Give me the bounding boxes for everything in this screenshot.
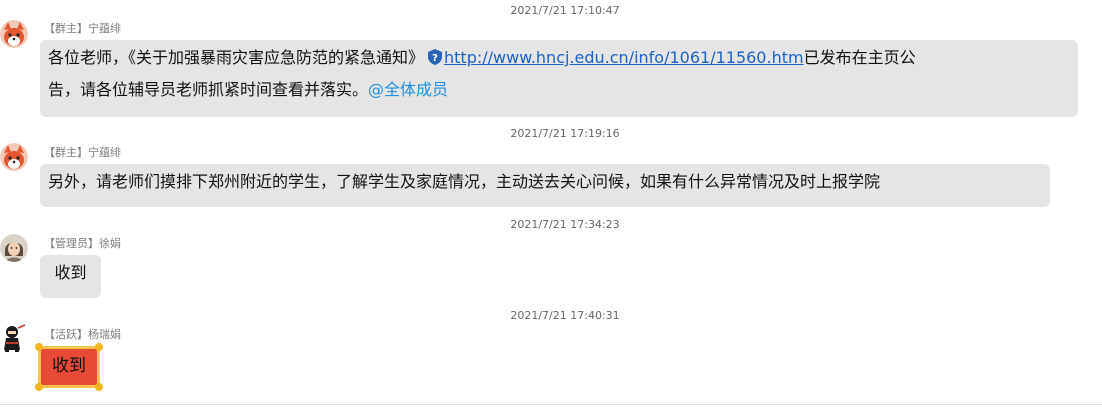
message-text-continued: 已发布在主页公 <box>803 48 916 67</box>
message-bubble[interactable]: 收到 <box>40 255 101 298</box>
security-shield-icon: ? <box>428 45 443 75</box>
sender-nickname: 杨瑞娟 <box>88 328 121 341</box>
chat-history: 2021/7/21 17:10:47 【群主】宁蕴绯 各位老师，《关于加强暴雨灾… <box>0 0 1102 408</box>
timestamp: 2021/7/21 17:19:16 <box>510 127 620 140</box>
fox-avatar-icon[interactable] <box>0 20 28 48</box>
sender-name[interactable]: 【活跃】杨瑞娟 <box>44 328 121 342</box>
sender-role: 【活跃】 <box>44 328 88 341</box>
sender-name[interactable]: 【群主】宁蕴绯 <box>44 22 121 36</box>
special-message-bubble[interactable]: 收到 <box>38 346 100 388</box>
message-text: 收到 <box>52 356 86 376</box>
sender-role: 【群主】 <box>44 22 88 35</box>
notice-link[interactable]: http://www.hncj.edu.cn/info/1061/11560.h… <box>444 48 804 67</box>
message-bubble[interactable]: 另外，请老师们摸排下郑州附近的学生，了解学生及家庭情况，主动送去关心问候，如果有… <box>40 164 1050 207</box>
bubble-ornament <box>35 383 43 391</box>
ninja-avatar-icon[interactable] <box>0 324 28 352</box>
timestamp: 2021/7/21 17:34:23 <box>510 218 620 231</box>
message-text: 各位老师，《关于加强暴雨灾害应急防范的紧急通知》 <box>48 48 425 67</box>
sender-role: 【管理员】 <box>44 237 99 250</box>
sender-name[interactable]: 【管理员】徐娟 <box>44 237 121 251</box>
sender-nickname: 徐娟 <box>99 237 121 250</box>
bubble-ornament <box>95 343 103 351</box>
sender-role: 【群主】 <box>44 146 88 159</box>
woman-avatar-icon[interactable] <box>0 234 28 262</box>
message-text: 收到 <box>54 263 87 282</box>
svg-text:?: ? <box>432 53 438 64</box>
bubble-ornament <box>95 383 103 391</box>
mention-all-members[interactable]: @全体成员 <box>368 80 448 99</box>
divider <box>0 404 1102 405</box>
bubble-ornament <box>35 343 43 351</box>
message-text: 另外，请老师们摸排下郑州附近的学生，了解学生及家庭情况，主动送去关心问候，如果有… <box>48 172 881 191</box>
sender-nickname: 宁蕴绯 <box>88 146 121 159</box>
message-text-line2: 告，请各位辅导员老师抓紧时间查看并落实。 <box>48 80 369 99</box>
timestamp: 2021/7/21 17:10:47 <box>510 4 620 17</box>
fox-avatar-icon[interactable] <box>0 143 28 171</box>
message-bubble[interactable]: 各位老师，《关于加强暴雨灾害应急防范的紧急通知》? http://www.hncj… <box>40 40 1078 117</box>
sender-name[interactable]: 【群主】宁蕴绯 <box>44 146 121 160</box>
sender-nickname: 宁蕴绯 <box>88 22 121 35</box>
timestamp: 2021/7/21 17:40:31 <box>510 309 620 322</box>
